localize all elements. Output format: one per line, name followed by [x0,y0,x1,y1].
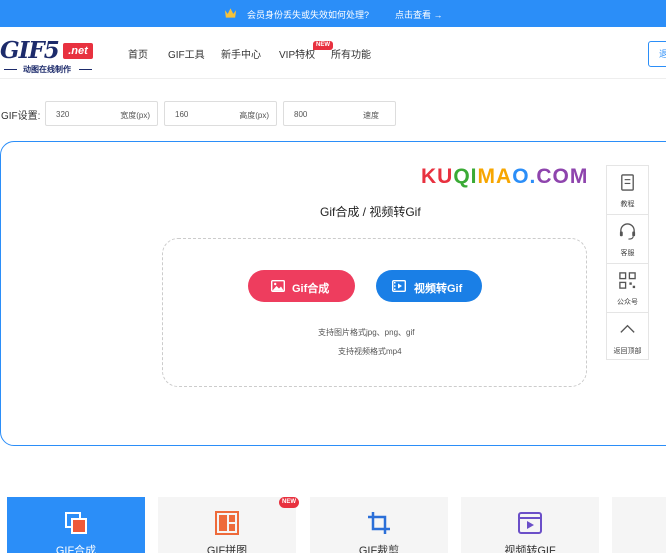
nav-home[interactable]: 首页 [128,46,148,61]
speed-unit: 速度 [363,111,379,120]
tool-gif-puzzle-label: GIF拼图 [206,545,248,553]
video-icon [518,512,542,534]
logo-tagline: 动图在线制作 [0,64,94,75]
header-right-button[interactable]: 退 [648,41,666,67]
side-tutorial[interactable]: 教程 [607,166,648,215]
side-tutorial-label: 教程 [620,201,635,208]
watermark-part: MA [477,165,513,188]
logo[interactable]: GIF5 .net 动图在线制作 [0,39,100,77]
width-value: 320 [56,110,70,119]
compose-icon [65,512,87,534]
nav-all-features[interactable]: 所有功能 [331,46,371,61]
tool-video-to-gif[interactable]: 视频转GIF [461,497,599,553]
watermark-part: KU [421,165,454,188]
logo-badge: .net [63,43,93,59]
crop-icon [368,512,390,534]
watermark-part: QI [453,165,478,188]
grid-icon [215,511,239,535]
panel-title: Gif合成 / 视频转Gif [320,205,421,219]
film-icon [392,280,406,292]
side-support[interactable]: 客服 [607,215,648,264]
nav-gif-tools[interactable]: GIF工具 [168,46,205,61]
watermark-part: O. [512,165,537,188]
side-official-account-label: 公众号 [617,299,638,306]
side-official-account[interactable]: 公众号 [607,264,648,313]
logo-text: GIF5 [0,37,60,64]
video-to-gif-label: 视频转Gif [414,283,463,295]
gif-compose-label: Gif合成 [292,283,330,295]
qrcode-icon [619,272,636,289]
side-support-label: 客服 [620,250,635,257]
arrow-up-icon [620,324,635,333]
drop-zone[interactable] [162,238,587,387]
side-back-to-top-label: 返回顶部 [613,348,642,355]
side-back-to-top[interactable]: 返回顶部 [607,313,648,362]
height-unit: 高度(px) [239,111,269,120]
tool-gif-crop-label: GIF裁剪 [358,545,400,553]
book-icon [621,174,634,191]
speed-field[interactable]: 800 速度 [283,101,396,126]
height-field[interactable]: 160 高度(px) [164,101,277,126]
width-field[interactable]: 320 宽度(px) [45,101,158,126]
watermark-part: COM [536,165,589,188]
banner-link[interactable]: 点击查看 → [395,8,443,21]
crown-icon [224,8,237,18]
headset-icon [619,223,636,240]
tool-video-to-gif-label: 视频转GIF [504,545,556,553]
image-format-hint: 支持图片格式jpg、png、gif [318,328,415,337]
tool-gif-puzzle[interactable]: GIF拼图 [158,497,296,553]
banner-text: 会员身份丢失或失效如何处理? [247,10,370,20]
nav-vip[interactable]: VIP特权 [279,46,315,61]
tool-gif-compose[interactable]: GIF合成 [7,497,145,553]
tool-gif-crop[interactable]: GIF裁剪 [310,497,448,553]
height-value: 160 [175,110,189,119]
speed-value: 800 [294,110,308,119]
side-toolbar: 教程 客服 公众号 返回顶部 [606,165,649,360]
header: GIF5 .net 动图在线制作 首页 GIF工具 新手中心 VIP特权 NEW… [0,27,666,79]
tool-more[interactable] [612,497,666,553]
nav-new-badge: NEW [313,41,333,50]
video-format-hint: 支持视频格式mp4 [338,347,402,356]
video-to-gif-button[interactable]: 视频转Gif [376,270,482,302]
top-banner: 会员身份丢失或失效如何处理? 点击查看 → [0,0,666,27]
tool-new-badge: NEW [279,497,299,508]
watermark: KUQIMAO.COM [421,165,588,189]
image-icon [271,280,285,292]
width-unit: 宽度(px) [120,111,150,120]
settings-label: GIF设置: [1,111,41,122]
nav-beginner-center[interactable]: 新手中心 [221,46,261,61]
tool-gif-compose-label: GIF合成 [55,545,97,553]
gif-compose-button[interactable]: Gif合成 [248,270,355,302]
